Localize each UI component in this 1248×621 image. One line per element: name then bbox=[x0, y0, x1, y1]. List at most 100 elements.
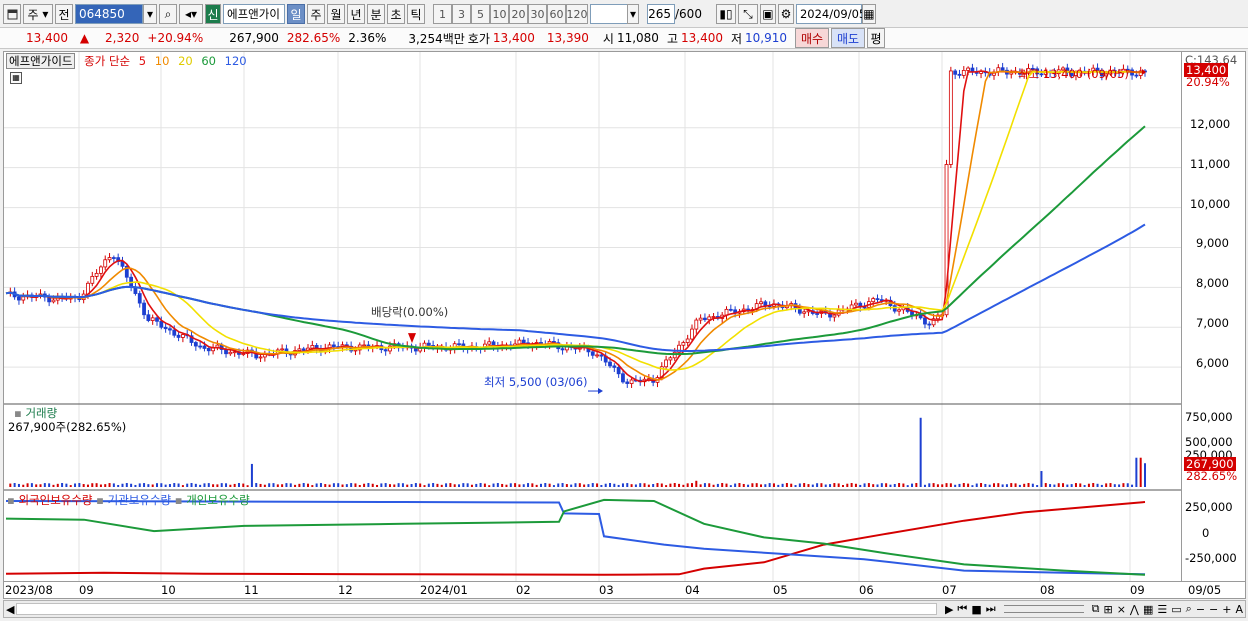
volume-bar bbox=[561, 483, 564, 487]
volume-bar bbox=[1031, 483, 1034, 487]
turnover-rate: 2.36% bbox=[348, 31, 387, 45]
period-day-button[interactable]: 일 bbox=[287, 4, 305, 24]
interval-1-button[interactable]: 1 bbox=[433, 4, 452, 24]
volume-bar bbox=[514, 483, 517, 487]
zoom-reset-icon[interactable]: − bbox=[1209, 603, 1218, 616]
window-icon[interactable] bbox=[3, 4, 21, 24]
volume-bar bbox=[522, 484, 525, 487]
speaker-icon[interactable]: ◂▾ bbox=[179, 4, 203, 24]
grid-icon[interactable]: ▦ bbox=[10, 72, 22, 84]
volume-bar bbox=[1074, 483, 1077, 487]
candle-body bbox=[1000, 67, 1005, 71]
scroll-track[interactable] bbox=[16, 603, 937, 615]
volume-bar bbox=[591, 483, 594, 487]
table-icon[interactable]: ▦ bbox=[1143, 603, 1153, 616]
volume-bar bbox=[69, 485, 72, 487]
volume-bar bbox=[1144, 463, 1146, 487]
volume-bar bbox=[505, 484, 508, 487]
chart-area[interactable]: 에프앤가이드 종가 단순 5 10 20 60 120 ▦ 최고 13,400 … bbox=[3, 51, 1182, 582]
interval-5-button[interactable]: 5 bbox=[471, 4, 490, 24]
font-size-icon[interactable]: A bbox=[1235, 603, 1243, 616]
volume-bar bbox=[276, 484, 279, 487]
sell-button[interactable]: 매도 bbox=[831, 28, 866, 48]
volume-bar bbox=[470, 484, 473, 487]
axis-change-pct: 20.94% bbox=[1186, 75, 1230, 89]
view-button[interactable]: 전 bbox=[55, 4, 73, 24]
stock-name-field[interactable]: 에프앤가이 bbox=[223, 4, 285, 24]
ma-20-label: 20 bbox=[178, 54, 193, 68]
date-input[interactable]: 2024/09/05 bbox=[795, 4, 866, 24]
volume-bar bbox=[574, 483, 577, 487]
scroll-right-icon[interactable]: ▶ bbox=[945, 603, 953, 616]
zoom-in-icon[interactable]: + bbox=[1222, 603, 1231, 616]
volume-readout: 267,900주(282.65%) bbox=[8, 420, 127, 434]
code-dropdown-icon[interactable]: ▾ bbox=[143, 4, 157, 24]
candle-body bbox=[17, 296, 21, 301]
date-axis[interactable]: 2023/08 09 10 11 12 2024/01 02 03 04 05 … bbox=[3, 582, 1246, 599]
volume-bar bbox=[1066, 484, 1069, 487]
period-year-button[interactable]: 년 bbox=[347, 4, 365, 24]
calendar-icon[interactable]: ▦ bbox=[861, 4, 876, 24]
market-select[interactable]: 주 ▾ bbox=[23, 4, 53, 24]
split-view-icon[interactable]: ⧉ bbox=[1092, 602, 1100, 616]
volume-bar bbox=[281, 484, 284, 487]
interval-10-button[interactable]: 10 bbox=[490, 4, 509, 24]
volume-bar bbox=[997, 483, 1000, 487]
compare-icon[interactable]: ⊞ bbox=[1103, 603, 1112, 616]
volume-bar bbox=[199, 484, 202, 487]
gear-icon[interactable]: ⚙ bbox=[777, 4, 794, 24]
period-week-button[interactable]: 주 bbox=[307, 4, 325, 24]
interval-60-button[interactable]: 60 bbox=[547, 4, 566, 24]
buy-button[interactable]: 매수 bbox=[795, 28, 830, 48]
interval-3-button[interactable]: 3 bbox=[452, 4, 471, 24]
chart-scrollbar[interactable]: ◀ ▶ ⏮ ■ ⏭ ⧉ ⊞ ⨯ ⋀ ▦ ☰ ▭ ⌕ − − + A bbox=[3, 600, 1246, 618]
volume-bar bbox=[462, 483, 465, 487]
ytick-12000: 12,000 bbox=[1190, 117, 1231, 131]
period-second-button[interactable]: 초 bbox=[387, 4, 405, 24]
count-input[interactable]: 265 bbox=[647, 4, 675, 24]
period-month-button[interactable]: 월 bbox=[327, 4, 345, 24]
last-page-icon[interactable]: ⏭ bbox=[986, 602, 996, 616]
volume-bar bbox=[803, 483, 806, 487]
candle-body bbox=[172, 329, 177, 336]
search-icon[interactable]: ⌕ bbox=[159, 4, 177, 24]
volume-bar bbox=[721, 483, 724, 487]
draw-tool-icon[interactable]: ⤡ bbox=[737, 4, 758, 24]
volume-bar bbox=[294, 484, 297, 487]
interval-custom-input[interactable] bbox=[590, 4, 628, 24]
chart-type-icon[interactable]: ▭ bbox=[1171, 603, 1181, 616]
volume-bar bbox=[1096, 483, 1099, 487]
zoom-track[interactable] bbox=[1003, 605, 1084, 613]
interval-20-button[interactable]: 20 bbox=[509, 4, 528, 24]
period-tick-button[interactable]: 틱 bbox=[407, 4, 425, 24]
stop-icon[interactable]: ■ bbox=[971, 603, 981, 616]
trend-icon[interactable]: ⋀ bbox=[1130, 603, 1139, 616]
interval-30-button[interactable]: 30 bbox=[528, 4, 547, 24]
annotation-high: 최고 13,400 (09/05) bbox=[1018, 67, 1129, 81]
scroll-left-icon[interactable]: ◀ bbox=[6, 603, 14, 616]
zoom-out-icon[interactable]: − bbox=[1196, 603, 1205, 616]
volume-bar bbox=[324, 484, 327, 487]
interval-120-button[interactable]: 120 bbox=[566, 4, 588, 24]
price-legend: 에프앤가이드 종가 단순 5 10 20 60 120 bbox=[6, 53, 252, 69]
period-minute-button[interactable]: 분 bbox=[367, 4, 385, 24]
code-input[interactable]: 064850 bbox=[75, 4, 143, 24]
interval-dropdown-icon[interactable]: ▾ bbox=[627, 4, 639, 24]
volume-bar bbox=[811, 484, 814, 487]
volume-bar bbox=[949, 483, 952, 487]
volume-bar bbox=[1001, 484, 1004, 487]
volume-bar bbox=[880, 483, 883, 487]
volume-bar bbox=[557, 483, 560, 487]
list-icon[interactable]: ☰ bbox=[1157, 603, 1167, 616]
volume-bar bbox=[168, 484, 171, 487]
first-page-icon[interactable]: ⏮ bbox=[957, 602, 967, 616]
save-icon[interactable]: ▣ bbox=[759, 4, 776, 24]
eval-button[interactable]: 평 bbox=[867, 28, 886, 48]
candle-body bbox=[685, 338, 690, 343]
volume-bar bbox=[652, 484, 655, 487]
zoom-search-icon[interactable]: ⌕ bbox=[1186, 602, 1192, 616]
volume-bar bbox=[190, 483, 193, 487]
price-axis[interactable]: C:143.64 13,400 20.94% 12,000 11,000 10,… bbox=[1182, 51, 1246, 582]
indicator-icon[interactable]: ⨯ bbox=[1117, 603, 1126, 616]
candle-icon[interactable]: ▮▯ bbox=[715, 4, 736, 24]
